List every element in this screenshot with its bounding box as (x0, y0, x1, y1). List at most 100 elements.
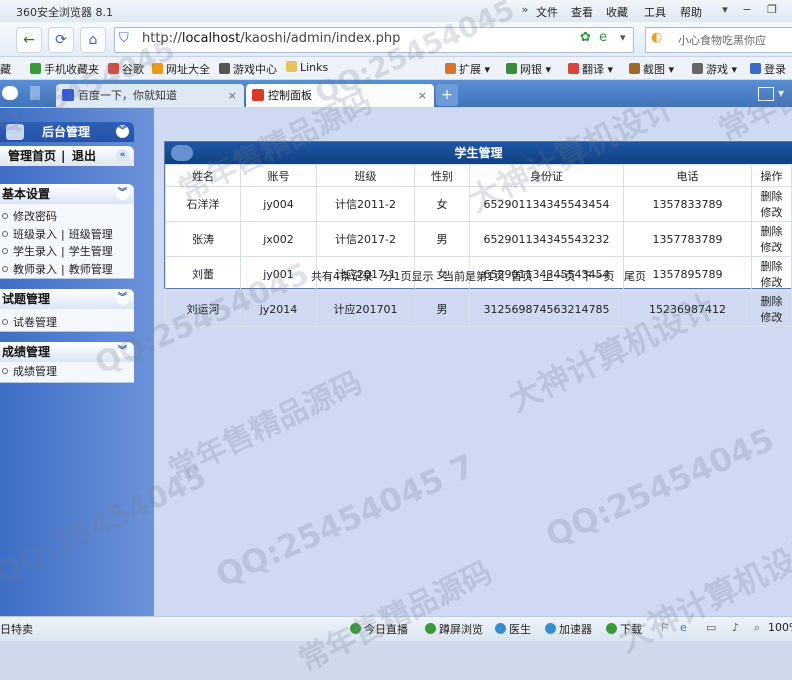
tool-games[interactable]: 游戏 ▾ (692, 61, 737, 77)
first-page-link[interactable]: 首页 (511, 270, 533, 283)
tool-login[interactable]: 登录 (750, 61, 786, 77)
ie-icon[interactable]: e (680, 621, 687, 634)
search-engine-icon[interactable]: ◐ (651, 30, 662, 45)
edit-link[interactable]: 修改 (761, 206, 783, 219)
home-link[interactable]: 管理首页 (8, 146, 56, 166)
bookmark-hao[interactable]: 网址大全 (152, 61, 210, 77)
status-accelerator[interactable]: 加速器 (545, 621, 592, 637)
delete-link[interactable]: 删除 (761, 225, 783, 238)
volume-icon[interactable]: ♪ (732, 621, 739, 634)
window-icon[interactable]: ▭ (706, 621, 716, 634)
nav-teacher-manage[interactable]: 教师管理 (69, 263, 113, 276)
nav-paper-manage[interactable]: 试卷管理 (0, 314, 57, 330)
refresh-icon[interactable]: ⟳ (48, 27, 74, 53)
bookmark-mobile[interactable]: 手机收藏夹 (30, 61, 99, 77)
bookmark-links[interactable]: Links (286, 61, 328, 74)
search-input[interactable]: 小心食物吃黑你应 (678, 32, 766, 48)
bookmarks-toggle[interactable]: 藏 (0, 61, 11, 77)
column-header: 班级 (316, 164, 415, 187)
restore-icon[interactable]: ❐ (765, 3, 779, 17)
bullet-icon (2, 319, 8, 325)
page-count: 分1页显示 (382, 270, 434, 283)
sidebar-home-bar: 管理首页 | 退出 « (0, 146, 134, 166)
table-row: 刘运河 jy2014 计应201701 男 312569874563214785… (165, 291, 792, 327)
new-tab-button[interactable]: + (436, 84, 458, 106)
table-row: 张涛 jx002 计信2017-2 男 652901134345543232 1… (165, 221, 792, 257)
chevron-down-icon[interactable]: ︾ (116, 292, 129, 305)
column-header: 身份证 (469, 164, 624, 187)
status-screen-browse[interactable]: 蹲屏浏览 (425, 621, 483, 637)
tool-screenshot[interactable]: 截图 ▾ (629, 61, 674, 77)
gamepad-icon (219, 63, 230, 74)
bookmark-google[interactable]: 谷歌 (108, 61, 144, 77)
tool-translate[interactable]: 翻译 ▾ (568, 61, 613, 77)
status-download[interactable]: 下载 (606, 621, 642, 637)
edit-link[interactable]: 修改 (761, 241, 783, 254)
delete-link[interactable]: 删除 (761, 190, 783, 203)
next-page-link[interactable]: 下一页 (582, 270, 615, 283)
collapse-icon[interactable]: ︾ (116, 125, 129, 138)
status-doctor[interactable]: 医生 (495, 621, 531, 637)
shield-icon: ⛉ (119, 31, 129, 46)
column-header: 姓名 (165, 164, 241, 187)
bookmark-games[interactable]: 游戏中心 (219, 61, 277, 77)
menu-favorites[interactable]: 收藏 (606, 4, 628, 20)
prev-page-link[interactable]: 上一页 (543, 270, 576, 283)
zoom-icon[interactable]: ⌕ (754, 621, 760, 635)
tab-menu-icon[interactable]: ▾ (778, 86, 784, 100)
section-basic-settings[interactable]: 基本设置 ︾ (0, 184, 134, 204)
nav-class: 班级录入 | 班级管理 (0, 226, 113, 242)
back-icon[interactable]: ← (16, 27, 42, 53)
nav-class-add[interactable]: 班级录入 (13, 228, 57, 241)
nav-teacher: 教师录入 | 教师管理 (0, 261, 113, 277)
compat-mode-icon[interactable]: e (599, 30, 607, 45)
window-title: 360安全浏览器 8.1 (16, 6, 113, 19)
nav-student: 学生录入 | 学生管理 (0, 243, 113, 259)
filter-icon[interactable]: ⚐ (660, 621, 670, 634)
tool-bank[interactable]: 网银 ▾ (506, 61, 551, 77)
section-scores[interactable]: 成绩管理 ︾ (0, 342, 134, 362)
current-page: 当前是第1页 (443, 270, 505, 283)
tool-extensions[interactable]: 扩展 ▾ (445, 61, 490, 77)
section-questions[interactable]: 试题管理 ︾ (0, 289, 134, 309)
tab-control-panel[interactable]: 控制面板 × (246, 84, 434, 107)
tab-list-icon[interactable] (30, 86, 40, 100)
edit-link[interactable]: 修改 (761, 311, 783, 324)
folder-icon (286, 61, 297, 72)
url-text[interactable]: http://localhost/kaoshi/admin/index.php (142, 31, 400, 46)
nav-student-add[interactable]: 学生录入 (13, 245, 57, 258)
nav-student-manage[interactable]: 学生管理 (69, 245, 113, 258)
cloud-icon[interactable] (2, 86, 18, 100)
bullet-icon (2, 368, 8, 374)
logout-link[interactable]: 退出 (72, 146, 96, 166)
play-icon (350, 623, 361, 634)
close-tab-icon[interactable]: × (418, 84, 427, 107)
skin-icon[interactable]: ▾ (718, 3, 732, 17)
nav-score-manage[interactable]: 成绩管理 (0, 363, 57, 379)
status-deals[interactable]: 日特卖 (0, 621, 33, 637)
address-dropdown-icon[interactable]: ▾ (620, 31, 626, 44)
fold-sidebar-icon[interactable]: « (116, 149, 129, 162)
minimize-icon[interactable]: − (740, 3, 754, 17)
close-tab-icon[interactable]: × (228, 84, 237, 107)
nav-change-password[interactable]: 修改密码 (0, 208, 57, 224)
delete-link[interactable]: 删除 (761, 295, 783, 308)
chevron-down-icon[interactable]: ︾ (116, 187, 129, 200)
speed-icon[interactable]: ✿ (580, 30, 591, 45)
status-live[interactable]: 今日直播 (350, 621, 408, 637)
home-icon[interactable]: ⌂ (80, 27, 106, 53)
menu-help[interactable]: 帮助 (680, 4, 702, 20)
screen-icon (425, 623, 436, 634)
chevron-down-icon[interactable]: ︾ (116, 345, 129, 358)
zoom-level[interactable]: 100% (768, 621, 792, 634)
nav-class-manage[interactable]: 班级管理 (69, 228, 113, 241)
tab-restore-icon[interactable] (758, 87, 774, 101)
menu-view[interactable]: 查看 (571, 4, 593, 20)
tab-baidu[interactable]: 百度一下，你就知道 × (56, 84, 244, 107)
menu-file[interactable]: 文件 (536, 4, 558, 20)
chevron-menu-icon[interactable]: » (518, 3, 532, 17)
nav-teacher-add[interactable]: 教师录入 (13, 263, 57, 276)
last-page-link[interactable]: 尾页 (624, 270, 646, 283)
pagination: 共有4条记录 分1页显示 当前是第1页 首页 上一页 下一页 尾页 (165, 268, 792, 286)
menu-tools[interactable]: 工具 (644, 4, 666, 20)
